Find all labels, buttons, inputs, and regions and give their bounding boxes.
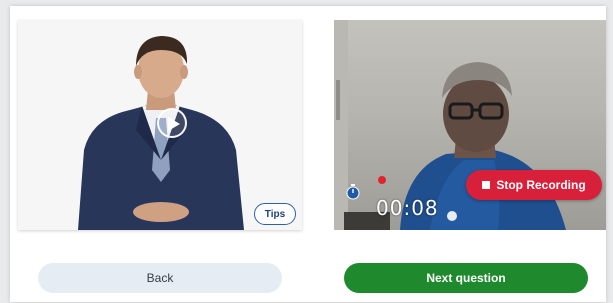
interviewer-video[interactable]: Tips — [18, 20, 302, 230]
recording-timer: 00:08 — [376, 196, 439, 220]
stopwatch-icon — [346, 184, 360, 200]
stop-recording-button[interactable]: Stop Recording — [466, 170, 602, 200]
stop-recording-label: Stop Recording — [496, 178, 586, 192]
interview-card: Tips 00:08 Stop Recording Back Next ques… — [10, 6, 606, 302]
play-icon — [168, 117, 180, 131]
webcam-preview: 00:08 Stop Recording — [334, 20, 606, 230]
play-button[interactable] — [157, 108, 187, 138]
next-question-button[interactable]: Next question — [344, 263, 588, 293]
stop-icon — [482, 181, 491, 189]
back-button[interactable]: Back — [38, 263, 282, 293]
record-dot-icon — [378, 176, 386, 184]
tips-button[interactable]: Tips — [254, 203, 296, 225]
